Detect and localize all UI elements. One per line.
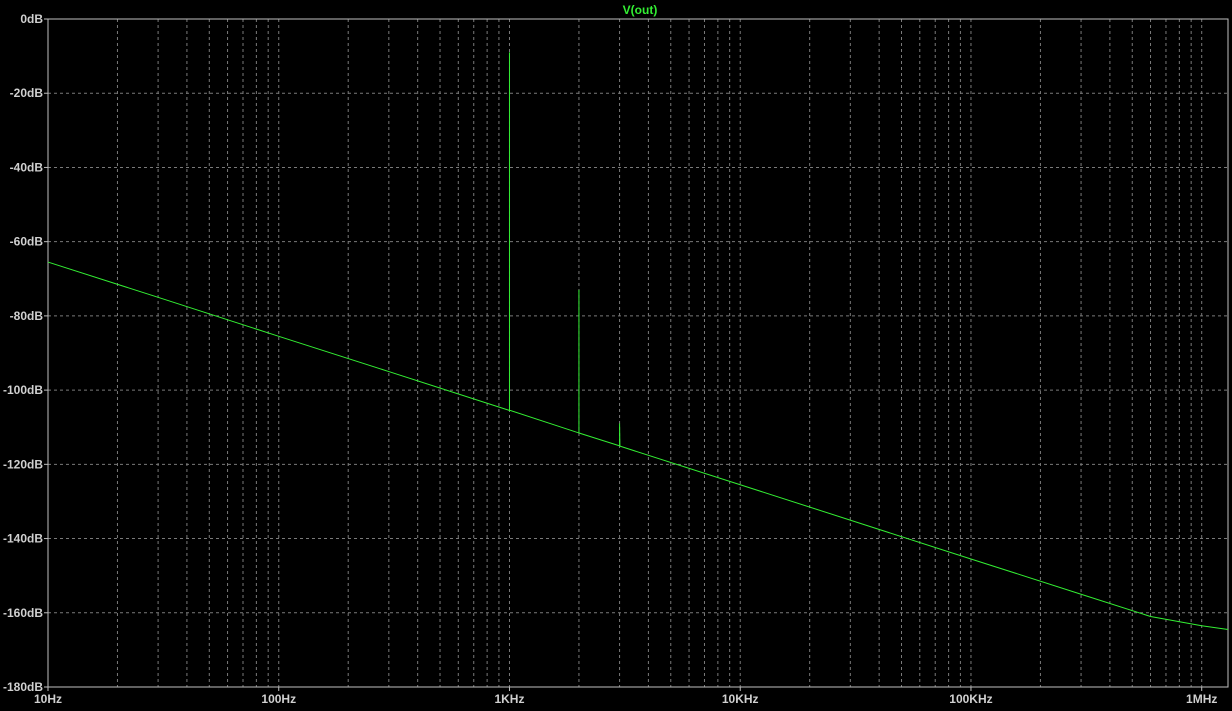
y-tick-label: -140dB [3, 532, 43, 546]
y-tick-label: -40dB [10, 160, 44, 174]
x-tick-label: 1MHz [1186, 692, 1217, 706]
y-tick-label: -80dB [10, 309, 44, 323]
y-tick-label: -160dB [3, 606, 43, 620]
x-axis: 10Hz 100Hz 1KHz 10KHz 100KHz 1MHz [34, 687, 1217, 706]
y-tick-label: -60dB [10, 235, 44, 249]
x-tick-label: 10KHz [722, 692, 759, 706]
y-tick-label: -20dB [10, 86, 44, 100]
y-tick-label: -100dB [3, 383, 43, 397]
y-tick-label: 0dB [20, 12, 43, 26]
plot-area[interactable]: 0dB -20dB -40dB -60dB -80dB -100dB -120dB -140d… [0, 0, 1232, 711]
chart-title[interactable]: V(out) [623, 3, 658, 17]
grid [48, 19, 1228, 687]
y-axis: 0dB -20dB -40dB -60dB -80dB -100dB -120dB -140d… [3, 12, 48, 694]
x-tick-label: 100KHz [949, 692, 992, 706]
y-tick-label: -120dB [3, 457, 43, 471]
series-line-vout [47, 52, 1229, 630]
x-tick-label: 100Hz [261, 692, 296, 706]
plot-frame [47, 18, 1229, 688]
x-tick-label: 10Hz [34, 692, 62, 706]
x-tick-label: 1KHz [494, 692, 524, 706]
